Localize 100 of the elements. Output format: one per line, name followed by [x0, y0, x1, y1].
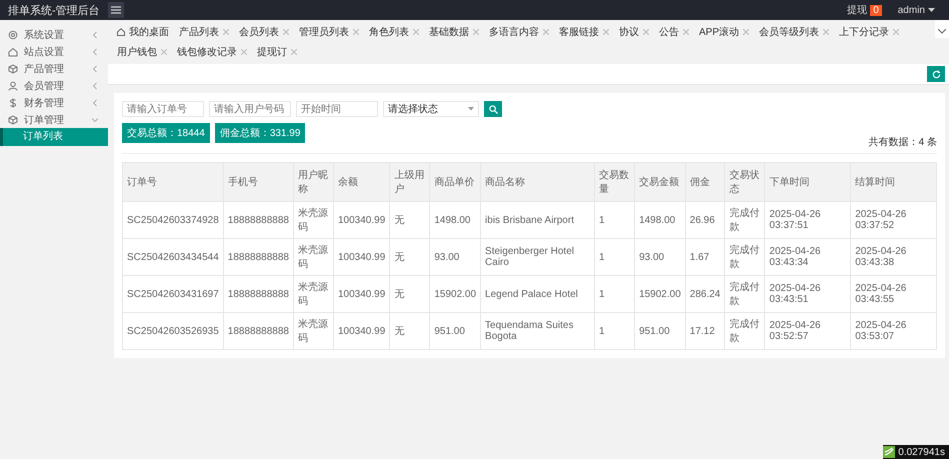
sidebar-item[interactable]: 财务管理 [0, 94, 108, 111]
caret-icon [928, 8, 935, 12]
tab[interactable]: 角色列表 [364, 22, 424, 42]
table-cell: 2025-04-26 03:52:57 [764, 312, 851, 350]
table-cell: SC25042603431697 [122, 276, 224, 312]
close-icon[interactable] [161, 49, 167, 55]
tab[interactable]: 多语言内容 [484, 22, 554, 42]
table-cell: 93.00 [634, 238, 686, 276]
table-cell: 1498.00 [634, 202, 686, 238]
table-cell: 无 [390, 238, 430, 276]
tab[interactable]: 客服链接 [554, 22, 614, 42]
table-cell: 26.96 [685, 202, 725, 238]
table-cell: 17.12 [685, 312, 725, 350]
column-header: 交易数量 [594, 162, 635, 202]
tab[interactable]: 我的桌面 [112, 22, 174, 42]
table-cell: 18888888888 [223, 238, 294, 276]
withdraw-link[interactable]: 提现 [847, 3, 868, 17]
close-icon[interactable] [223, 29, 229, 35]
table-cell: 1498.00 [430, 202, 481, 238]
tab[interactable]: 管理员列表 [294, 22, 364, 42]
table-cell: 1 [594, 202, 635, 238]
close-icon[interactable] [603, 29, 609, 35]
sidebar-item[interactable]: 站点设置 [0, 43, 108, 60]
table-cell: 无 [390, 312, 430, 350]
table-cell: 2025-04-26 03:43:51 [764, 276, 851, 312]
tab[interactable]: 上下分记录 [834, 22, 904, 42]
sidebar-item[interactable]: 会员管理 [0, 77, 108, 94]
sidebar-item[interactable]: 系统设置 [0, 26, 108, 43]
table-cell: 2025-04-26 03:37:51 [764, 202, 851, 238]
chevron-down-icon [938, 28, 946, 34]
app-title: 排单系统-管理后台 [7, 4, 101, 18]
table-cell: 2025-04-26 03:43:34 [764, 238, 851, 276]
table-cell: Steigenberger Hotel Cairo [480, 238, 595, 276]
close-icon[interactable] [291, 49, 297, 55]
close-icon[interactable] [643, 29, 649, 35]
table-cell: 完成付款 [724, 238, 765, 276]
close-icon[interactable] [543, 29, 549, 35]
close-icon[interactable] [413, 29, 419, 35]
close-icon[interactable] [893, 29, 900, 35]
tab[interactable]: 会员等级列表 [754, 22, 834, 42]
table-cell: 15902.00 [430, 276, 481, 312]
home-icon [8, 46, 18, 56]
dollar-icon [8, 98, 18, 108]
tab[interactable]: 会员列表 [234, 22, 294, 42]
phone-field[interactable]: 请输入用户号码 [209, 101, 291, 117]
table-cell: 1 [594, 238, 635, 276]
table-cell: 1.67 [685, 238, 725, 276]
close-icon[interactable] [683, 29, 689, 35]
chevron-down-icon [92, 116, 98, 124]
sidebar-item[interactable]: 产品管理 [0, 60, 108, 77]
table-cell: 100340.99 [334, 276, 390, 312]
table-cell: 米壳源码 [293, 202, 334, 238]
tab[interactable]: 用户钱包 [112, 42, 172, 62]
table-cell: ibis Brisbane Airport [480, 202, 595, 238]
column-header: 商品名称 [480, 162, 595, 202]
close-icon[interactable] [283, 29, 289, 35]
user-menu[interactable]: admin [898, 4, 935, 16]
chevron-left-icon [92, 48, 98, 56]
column-header: 商品单价 [430, 162, 481, 202]
withdraw-count-badge: 0 [870, 4, 882, 16]
table-cell: 93.00 [430, 238, 481, 276]
refresh-button[interactable] [927, 66, 945, 82]
tab[interactable]: 钱包修改记录 [172, 42, 252, 62]
menu-button[interactable] [108, 2, 124, 18]
home-icon [117, 28, 125, 36]
debug-timer: 0.027941s [883, 445, 949, 459]
table-cell: 无 [390, 276, 430, 312]
tab[interactable]: 基础数据 [424, 22, 484, 42]
column-header: 余额 [334, 162, 390, 202]
close-icon[interactable] [743, 29, 750, 35]
close-icon[interactable] [473, 29, 479, 35]
sidebar-subitem[interactable]: 订单列表 [0, 128, 108, 146]
tab[interactable]: 协议 [614, 22, 654, 42]
tab[interactable]: 产品列表 [174, 22, 234, 42]
user-icon [8, 80, 18, 90]
search-icon [488, 104, 498, 114]
tab-dropdown-button[interactable] [935, 20, 949, 38]
status-select[interactable]: 请选择状态 [383, 101, 479, 117]
table-cell: 100340.99 [334, 202, 390, 238]
gear-icon [8, 30, 18, 40]
tab[interactable]: 公告 [654, 22, 694, 42]
order-number-field[interactable]: 请输入订单号 [122, 101, 204, 117]
close-icon[interactable] [823, 29, 830, 35]
column-header: 用户昵称 [293, 162, 334, 202]
close-icon[interactable] [353, 29, 359, 35]
column-header: 佣金 [685, 162, 725, 202]
close-icon[interactable] [241, 49, 247, 55]
search-button[interactable] [484, 101, 502, 117]
table-cell: 2025-04-26 03:53:07 [850, 312, 936, 350]
table-cell: SC25042603374928 [122, 202, 224, 238]
column-header: 上级用户 [390, 162, 430, 202]
tab[interactable]: 提现订 [252, 42, 302, 62]
caret-icon [468, 107, 474, 111]
start-time-field[interactable]: 开始时间 [296, 101, 378, 117]
table-cell: 米壳源码 [293, 312, 334, 350]
column-header: 订单号 [122, 162, 224, 202]
tab[interactable]: APP滚动 [694, 22, 754, 42]
table-cell: SC25042603434544 [122, 238, 224, 276]
sidebar-item[interactable]: 订单管理 [0, 111, 108, 128]
table-cell: 完成付款 [724, 276, 765, 312]
